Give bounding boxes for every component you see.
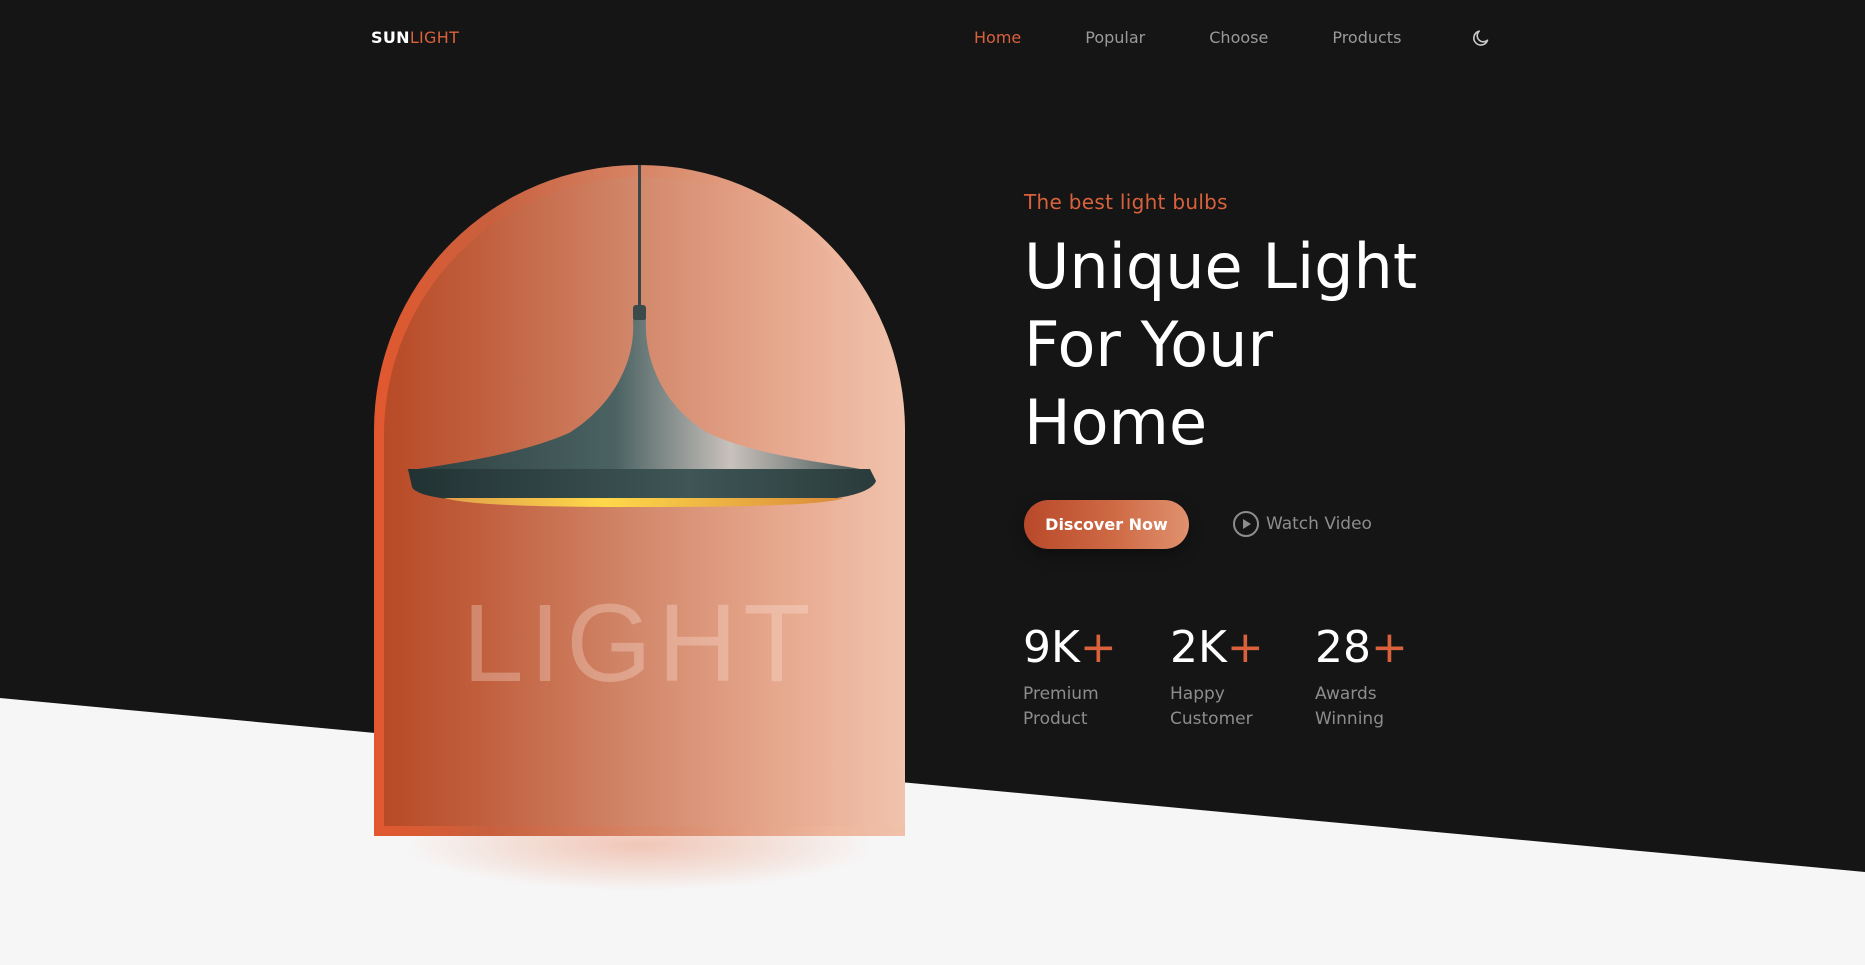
diagonal-light-section — [0, 698, 1865, 965]
logo[interactable]: SUNLIGHT — [371, 28, 459, 47]
hero-image-word: LIGHT — [462, 582, 817, 705]
stat-plus: + — [1079, 622, 1117, 673]
main-nav: Home Popular Choose Products — [974, 28, 1465, 48]
hero-title-line: For Your — [1024, 308, 1273, 381]
watch-video-label: Watch Video — [1266, 514, 1372, 534]
pendant-lamp-illustration — [406, 165, 876, 507]
stat-label: Awards Winning — [1315, 684, 1384, 729]
hero-title: Unique Light For Your Home — [1024, 228, 1544, 462]
stat-premium-product: 9K+ Premium Product — [1023, 620, 1143, 732]
stat-value: 28+ — [1315, 622, 1408, 673]
stat-awards-winning: 28+ Awards Winning — [1315, 620, 1435, 732]
nav-item-home[interactable]: Home — [974, 28, 1021, 48]
stat-happy-customer: 2K+ Happy Customer — [1170, 620, 1290, 732]
stat-value: 9K+ — [1023, 622, 1117, 673]
play-circle-icon — [1233, 511, 1259, 537]
stat-value: 2K+ — [1170, 622, 1264, 673]
page: SUNLIGHT Home Popular Choose Products LI… — [0, 0, 1865, 965]
site-header: SUNLIGHT Home Popular Choose Products — [0, 0, 1865, 76]
moon-icon — [1473, 30, 1489, 46]
logo-accent: LIGHT — [409, 28, 460, 47]
stat-label: Premium Product — [1023, 684, 1099, 729]
watch-video-button[interactable]: Watch Video — [1232, 510, 1372, 538]
stat-plus: + — [1371, 622, 1408, 673]
hero-image: LIGHT — [374, 165, 905, 836]
hero-subtitle: The best light bulbs — [1024, 190, 1228, 214]
stat-label: Happy Customer — [1170, 684, 1253, 729]
hero-title-line: Unique Light — [1024, 230, 1418, 303]
stat-plus: + — [1226, 622, 1264, 673]
theme-toggle-button[interactable] — [1471, 28, 1491, 48]
nav-item-products[interactable]: Products — [1332, 28, 1401, 48]
hero-title-line: Home — [1024, 386, 1208, 459]
nav-item-popular[interactable]: Popular — [1085, 28, 1145, 48]
nav-item-choose[interactable]: Choose — [1209, 28, 1268, 48]
logo-main: SUN — [371, 28, 410, 47]
discover-now-button[interactable]: Discover Now — [1024, 500, 1189, 549]
